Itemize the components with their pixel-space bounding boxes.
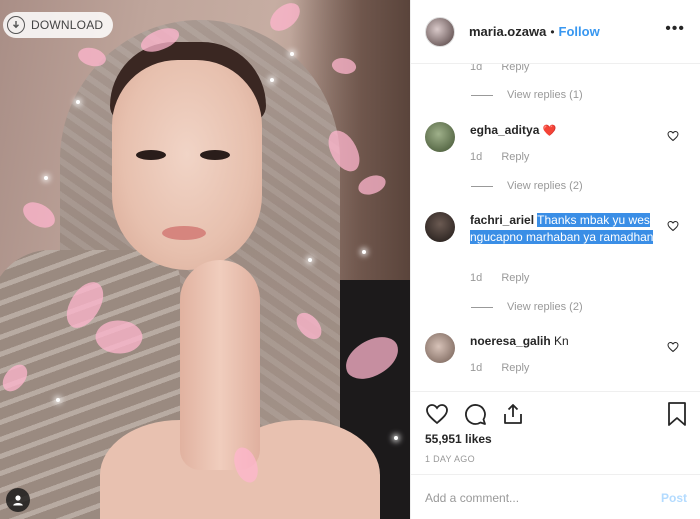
add-comment-bar: Post [411, 474, 700, 519]
reply-button[interactable]: Reply [501, 272, 529, 284]
post-actions: 55,951 likes 1 DAY AGO Post [411, 391, 700, 519]
comment-time: 1d [470, 151, 483, 163]
sparkle [44, 176, 48, 180]
commenter-username[interactable]: fachri_ariel [470, 213, 534, 227]
commenter-username[interactable]: egha_aditya [470, 123, 539, 137]
likes-count[interactable]: 55,951 likes [425, 432, 492, 446]
sparkle [362, 250, 366, 254]
view-replies-button[interactable]: View replies (1) [471, 89, 583, 101]
sparkle [290, 52, 294, 56]
comment-text: noeresa_galih Kn [470, 333, 660, 350]
action-icons [425, 402, 525, 426]
sparkle [308, 258, 312, 262]
like-comment-icon[interactable] [667, 220, 679, 232]
replies-divider [471, 306, 493, 308]
replies-divider [471, 94, 493, 96]
comments-list[interactable]: 1d Reply View replies (1) egha_aditya ❤️… [411, 64, 700, 391]
comment-meta: 1d Reply [470, 272, 529, 284]
comment-body: Kn [554, 334, 569, 348]
like-comment-icon[interactable] [667, 341, 679, 353]
author-username[interactable]: maria.ozawa [469, 24, 546, 39]
commenter-avatar[interactable] [425, 333, 455, 363]
comment-input[interactable] [425, 490, 645, 505]
tagged-users-button[interactable] [6, 488, 30, 512]
download-icon [7, 16, 25, 34]
save-bookmark-icon[interactable] [667, 402, 687, 426]
sparkle [76, 100, 80, 104]
comment-meta: 1d Reply [470, 151, 529, 163]
photo-lips [162, 226, 206, 240]
sparkle [56, 398, 60, 402]
share-icon[interactable] [501, 402, 525, 426]
post-time-ago: 1 DAY AGO [425, 454, 475, 464]
comments-panel: maria.ozawa • Follow ••• 1d Reply View r… [410, 0, 700, 519]
more-options-icon[interactable]: ••• [665, 21, 685, 37]
like-heart-icon[interactable] [425, 402, 449, 426]
comment-time: 1d [470, 272, 483, 284]
comment-meta: 1d Reply [470, 64, 529, 73]
commenter-avatar[interactable] [425, 122, 455, 152]
comment-bubble-icon[interactable] [463, 402, 487, 426]
author-avatar[interactable] [425, 16, 455, 47]
sparkle [270, 78, 274, 82]
comment-text: egha_aditya ❤️ [470, 122, 660, 140]
view-replies-label: View replies (1) [507, 89, 583, 101]
follow-button[interactable]: Follow [559, 24, 600, 39]
user-icon [13, 495, 23, 506]
photo-eye-left [136, 150, 166, 160]
comment-emoji: ❤️ [542, 125, 557, 137]
comment-time: 1d [470, 64, 483, 73]
post-header: maria.ozawa • Follow ••• [411, 0, 700, 64]
replies-divider [471, 185, 493, 187]
instagram-post-view: DOWNLOAD maria.ozawa • Follow ••• 1d Rep… [0, 0, 700, 519]
reply-button[interactable]: Reply [501, 64, 529, 73]
like-comment-icon[interactable] [667, 130, 679, 142]
view-replies-button[interactable]: View replies (2) [471, 301, 583, 313]
comment-time: 1d [470, 362, 483, 374]
header-separator: • [550, 24, 555, 39]
view-replies-button[interactable]: View replies (2) [471, 180, 583, 192]
reply-button[interactable]: Reply [501, 151, 529, 163]
view-replies-label: View replies (2) [507, 180, 583, 192]
sparkle [394, 436, 398, 440]
download-label: DOWNLOAD [31, 18, 104, 32]
photo-hands [180, 260, 260, 470]
reply-button[interactable]: Reply [501, 362, 529, 374]
commenter-username[interactable]: noeresa_galih [470, 334, 551, 348]
comment-text: fachri_ariel Thanks mbak yu wes ngucapno… [470, 212, 660, 246]
post-photo[interactable]: DOWNLOAD [0, 0, 410, 519]
comment-meta: 1d Reply [470, 362, 529, 374]
post-comment-button[interactable]: Post [661, 491, 687, 505]
commenter-avatar[interactable] [425, 212, 455, 242]
photo-eye-right [200, 150, 230, 160]
view-replies-label: View replies (2) [507, 301, 583, 313]
petal [18, 195, 60, 235]
download-button[interactable]: DOWNLOAD [3, 12, 114, 38]
